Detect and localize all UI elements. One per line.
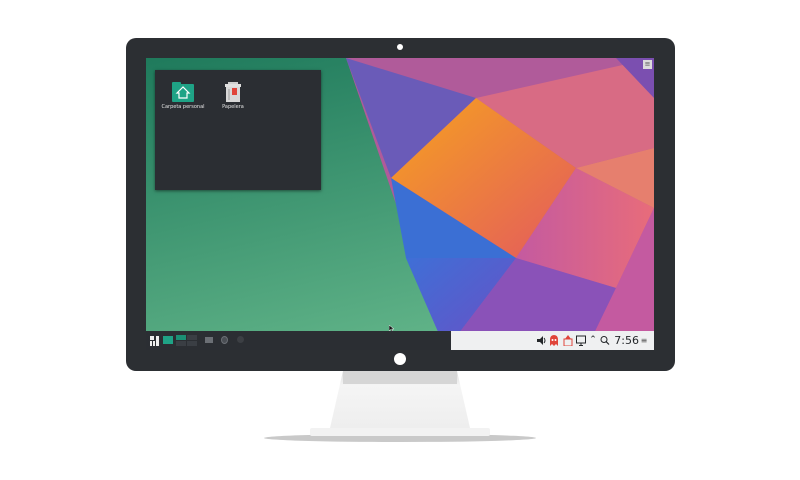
desktop-screen: ≡ Carpeta personal Papelera ⌃ 7:56 ≡ [146,58,654,350]
updates-icon[interactable] [563,335,573,346]
pager-desktop-1[interactable] [163,336,173,344]
file-manager-icon[interactable] [205,337,213,343]
chevron-up-icon[interactable]: ⌃ [588,335,598,346]
pager-desktop-2[interactable] [176,335,186,340]
desktop-toolbox-button[interactable]: ≡ [643,60,652,69]
volume-icon[interactable] [537,335,547,346]
pager-desktop-3[interactable] [187,335,197,340]
power-button[interactable] [394,353,406,365]
search-icon[interactable] [600,335,610,346]
panel-menu-icon[interactable]: ≡ [639,335,649,346]
folder-view-widget: Carpeta personal Papelera [155,70,321,190]
desktop-icon-trash[interactable]: Papelera [211,82,255,110]
display-icon[interactable] [576,335,586,346]
discover-icon[interactable] [237,336,244,343]
ghost-icon[interactable] [549,335,559,346]
home-folder-icon [172,82,194,102]
firefox-icon[interactable] [221,336,228,344]
panel-clock[interactable]: 7:56 [614,334,639,347]
camera-dot [397,44,403,50]
desktop-icon-home[interactable]: Carpeta personal [161,82,205,110]
desktop-icon-label: Papelera [222,104,244,110]
app-launcher-icon[interactable] [150,336,159,346]
pager-desktop-4[interactable] [176,341,186,346]
trash-icon [225,82,241,102]
desktop-icon-label: Carpeta personal [161,104,205,110]
system-tray: ⌃ 7:56 ≡ [451,331,654,350]
pager-desktop-5[interactable] [187,341,197,346]
